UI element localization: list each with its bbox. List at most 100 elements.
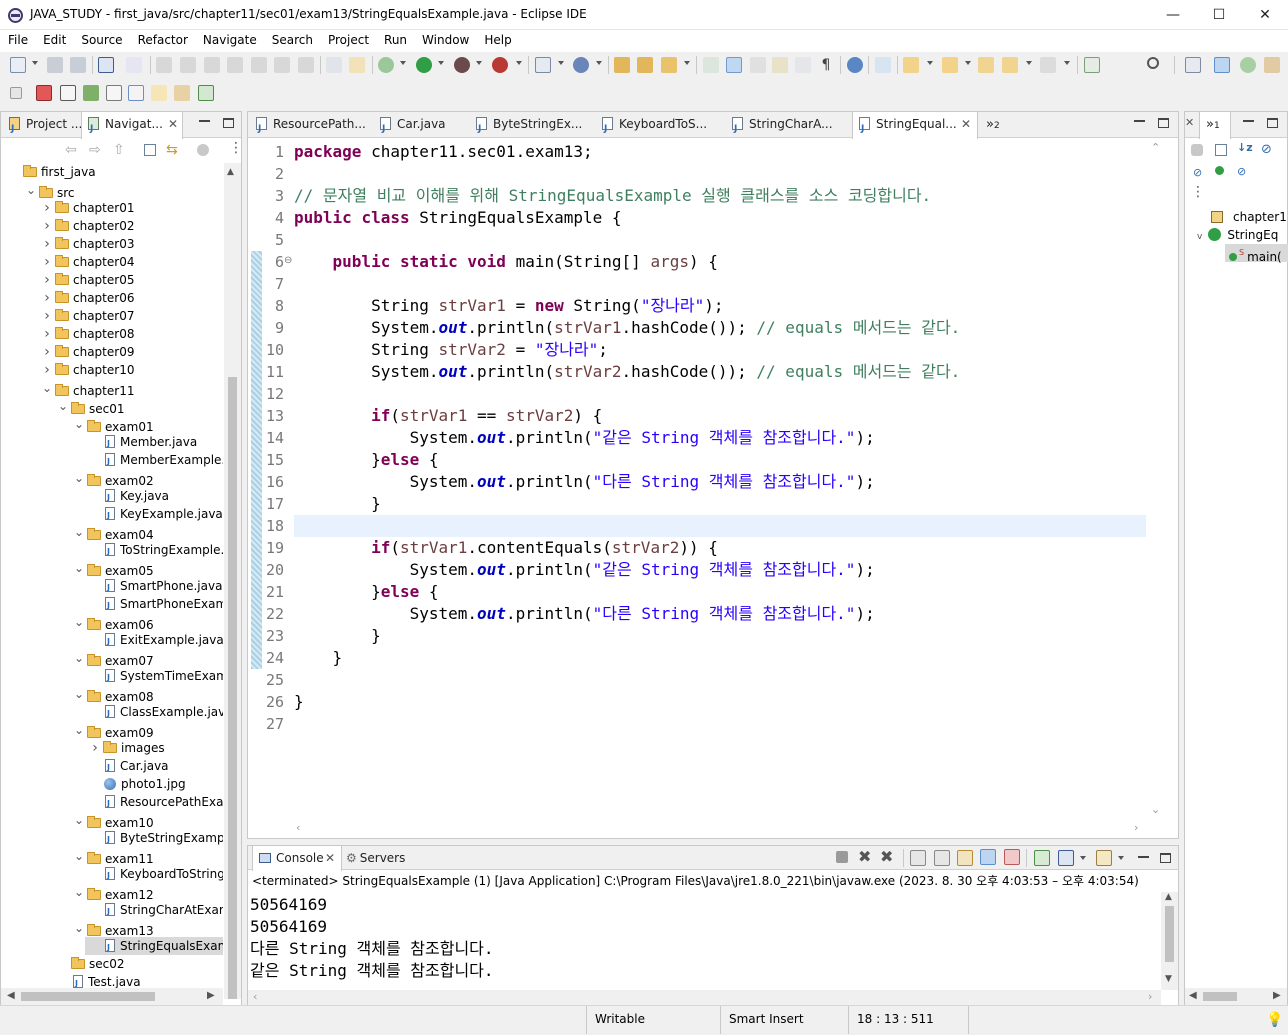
external-tools-icon[interactable]: [492, 57, 508, 73]
minimize-view-icon[interactable]: [1134, 120, 1145, 122]
tree-item[interactable]: › chapter05: [41, 271, 134, 289]
navigator-vscroll-thumb[interactable]: [228, 377, 237, 999]
maximize-view-icon[interactable]: [1267, 118, 1278, 128]
next-annotation-dropdown-icon[interactable]: [927, 61, 933, 65]
disconnect-icon[interactable]: [227, 57, 243, 73]
navigator-hscroll[interactable]: ◀ ▶: [1, 988, 223, 1005]
new-java-project-icon[interactable]: [535, 57, 551, 73]
scroll-up-icon[interactable]: ▲: [227, 167, 234, 177]
chevron-right-icon[interactable]: ›: [41, 307, 53, 325]
scroll-left-icon[interactable]: ◀: [1189, 990, 1197, 1001]
scroll-lock-icon[interactable]: [934, 850, 950, 866]
outline-item-method[interactable]: Smain(: [1225, 244, 1288, 264]
paragraph-icon[interactable]: ¶: [818, 57, 834, 73]
toggle-ant-icon[interactable]: [703, 57, 719, 73]
code-line[interactable]: [294, 713, 1146, 735]
open-console-icon[interactable]: [1096, 850, 1112, 866]
step-into-icon[interactable]: [251, 57, 267, 73]
code-line[interactable]: [294, 669, 1146, 691]
chevron-right-icon[interactable]: ›: [1148, 990, 1152, 1003]
pin-editor-icon[interactable]: [1084, 57, 1100, 73]
editor-tab-overflow[interactable]: »2: [984, 112, 1010, 138]
run-dropdown-icon[interactable]: [438, 61, 444, 65]
chevron-down-icon[interactable]: ⌄: [73, 847, 85, 865]
word-wrap-icon[interactable]: [772, 57, 788, 73]
maximize-view-icon[interactable]: [223, 118, 234, 128]
show-whitespace-icon[interactable]: [795, 57, 811, 73]
display-console-icon[interactable]: [1058, 850, 1074, 866]
chevron-left-icon[interactable]: ‹: [296, 821, 300, 834]
code-line[interactable]: }: [294, 691, 1146, 713]
tree-item[interactable]: ToStringExample.java: [89, 541, 223, 561]
code-line[interactable]: System.out.println(strVar1.hashCode()); …: [294, 317, 1146, 339]
remove-launch-icon[interactable]: ✖: [858, 847, 871, 866]
tree-item[interactable]: first_java: [9, 163, 96, 181]
lightbulb-icon[interactable]: 💡: [1266, 1012, 1283, 1028]
tree-item[interactable]: ⌄ exam13: [73, 919, 154, 938]
chevron-down-icon[interactable]: ⌄: [73, 415, 85, 433]
tree-item[interactable]: ⌄ src: [25, 181, 75, 200]
open-console-dropdown-icon[interactable]: [1118, 856, 1124, 860]
debug-icon[interactable]: [378, 57, 394, 73]
last-edit-icon[interactable]: [875, 57, 891, 73]
tree-item[interactable]: MemberExample.java: [89, 451, 223, 471]
chevron-down-icon[interactable]: ⌄: [73, 613, 85, 631]
xml-file-icon[interactable]: [106, 85, 122, 101]
save-icon[interactable]: [47, 57, 63, 73]
tree-item[interactable]: ⌄ exam07: [73, 649, 154, 668]
tree-item[interactable]: ⌄ exam06: [73, 613, 154, 632]
book-icon[interactable]: [83, 85, 99, 101]
open-task-icon[interactable]: [637, 57, 653, 73]
menu-refactor[interactable]: Refactor: [130, 30, 195, 47]
collapse-all-icon[interactable]: [1215, 144, 1227, 156]
browser-icon[interactable]: [847, 57, 863, 73]
code-line[interactable]: System.out.println(strVar2.hashCode()); …: [294, 361, 1146, 383]
skip-breakpoints-icon[interactable]: [126, 57, 142, 73]
tree-item[interactable]: ExitExample.java: [89, 631, 223, 651]
editor-tab-3[interactable]: KeyboardToS...: [598, 112, 712, 138]
close-tab-icon[interactable]: ✕: [1185, 116, 1194, 129]
chevron-down-icon[interactable]: ⌄: [73, 721, 85, 739]
chevron-right-icon[interactable]: ›: [41, 235, 53, 253]
tree-item[interactable]: ⌄ exam10: [73, 811, 154, 830]
terminate-console-icon[interactable]: [836, 851, 848, 863]
task-icon[interactable]: [151, 85, 167, 101]
code-area[interactable]: package chapter11.sec01.exam13; // 문자열 비교…: [294, 139, 1146, 814]
tree-item[interactable]: sec02: [57, 955, 125, 973]
sort-icon[interactable]: [128, 85, 144, 101]
outline-item-class[interactable]: v StringEq: [1197, 226, 1278, 244]
chevron-left-icon[interactable]: ‹: [253, 990, 257, 1003]
tree-item[interactable]: SmartPhone.java: [89, 577, 222, 597]
code-line[interactable]: public class StringEqualsExample {: [294, 207, 1146, 229]
status-insert-mode[interactable]: Smart Insert: [720, 1006, 848, 1034]
tree-item[interactable]: › chapter09: [41, 343, 134, 361]
tree-item[interactable]: ⌄ exam02: [73, 469, 154, 488]
filter-icon[interactable]: [197, 144, 209, 156]
code-line[interactable]: package chapter11.sec01.exam13;: [294, 141, 1146, 163]
tree-item[interactable]: ⌄ exam09: [73, 721, 154, 740]
chevron-right-icon[interactable]: ›: [89, 739, 101, 757]
chevron-right-icon[interactable]: ›: [41, 289, 53, 307]
maximize-view-icon[interactable]: [1160, 853, 1171, 863]
code-line[interactable]: String strVar1 = new String("장나라");: [294, 295, 1146, 317]
editor-tab-active[interactable]: StringEqual... ✕: [852, 112, 978, 139]
minimize-button[interactable]: —: [1150, 0, 1196, 30]
hide-static-icon[interactable]: ⊘: [1193, 166, 1202, 179]
tree-item[interactable]: › chapter01: [41, 199, 134, 217]
tree-item[interactable]: ⌄ chapter11: [41, 379, 135, 398]
previous-annotation-dropdown-icon[interactable]: [965, 61, 971, 65]
tree-item[interactable]: SmartPhoneExample.java: [89, 595, 223, 615]
hide-non-public-icon[interactable]: [1215, 166, 1224, 175]
menu-source[interactable]: Source: [73, 30, 129, 47]
window-icon[interactable]: [60, 85, 76, 101]
chevron-down-icon[interactable]: ⌄: [73, 919, 85, 937]
scroll-down-icon[interactable]: ▼: [1165, 974, 1172, 984]
forward-dropdown-icon[interactable]: [1064, 61, 1070, 65]
chevron-right-icon[interactable]: ›: [41, 361, 53, 379]
chevron-down-icon[interactable]: ⌄: [73, 883, 85, 901]
tree-item[interactable]: ⌄ exam11: [73, 847, 154, 866]
coverage-dropdown-icon[interactable]: [476, 61, 482, 65]
editor-tab-0[interactable]: ResourcePath...: [252, 112, 370, 138]
tree-item[interactable]: ⌄ exam08: [73, 685, 154, 704]
run-icon[interactable]: [416, 57, 432, 73]
